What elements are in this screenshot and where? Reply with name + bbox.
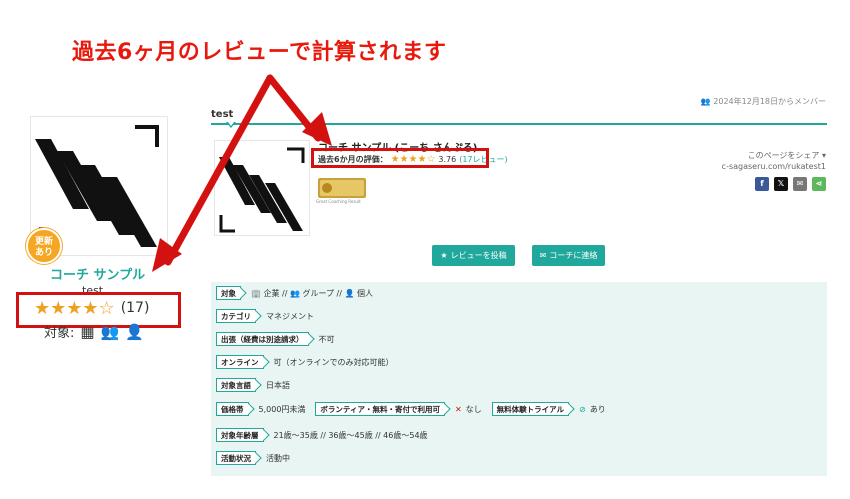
arrow-to-left-rating [164,74,274,266]
annotation-arrows [152,74,332,272]
